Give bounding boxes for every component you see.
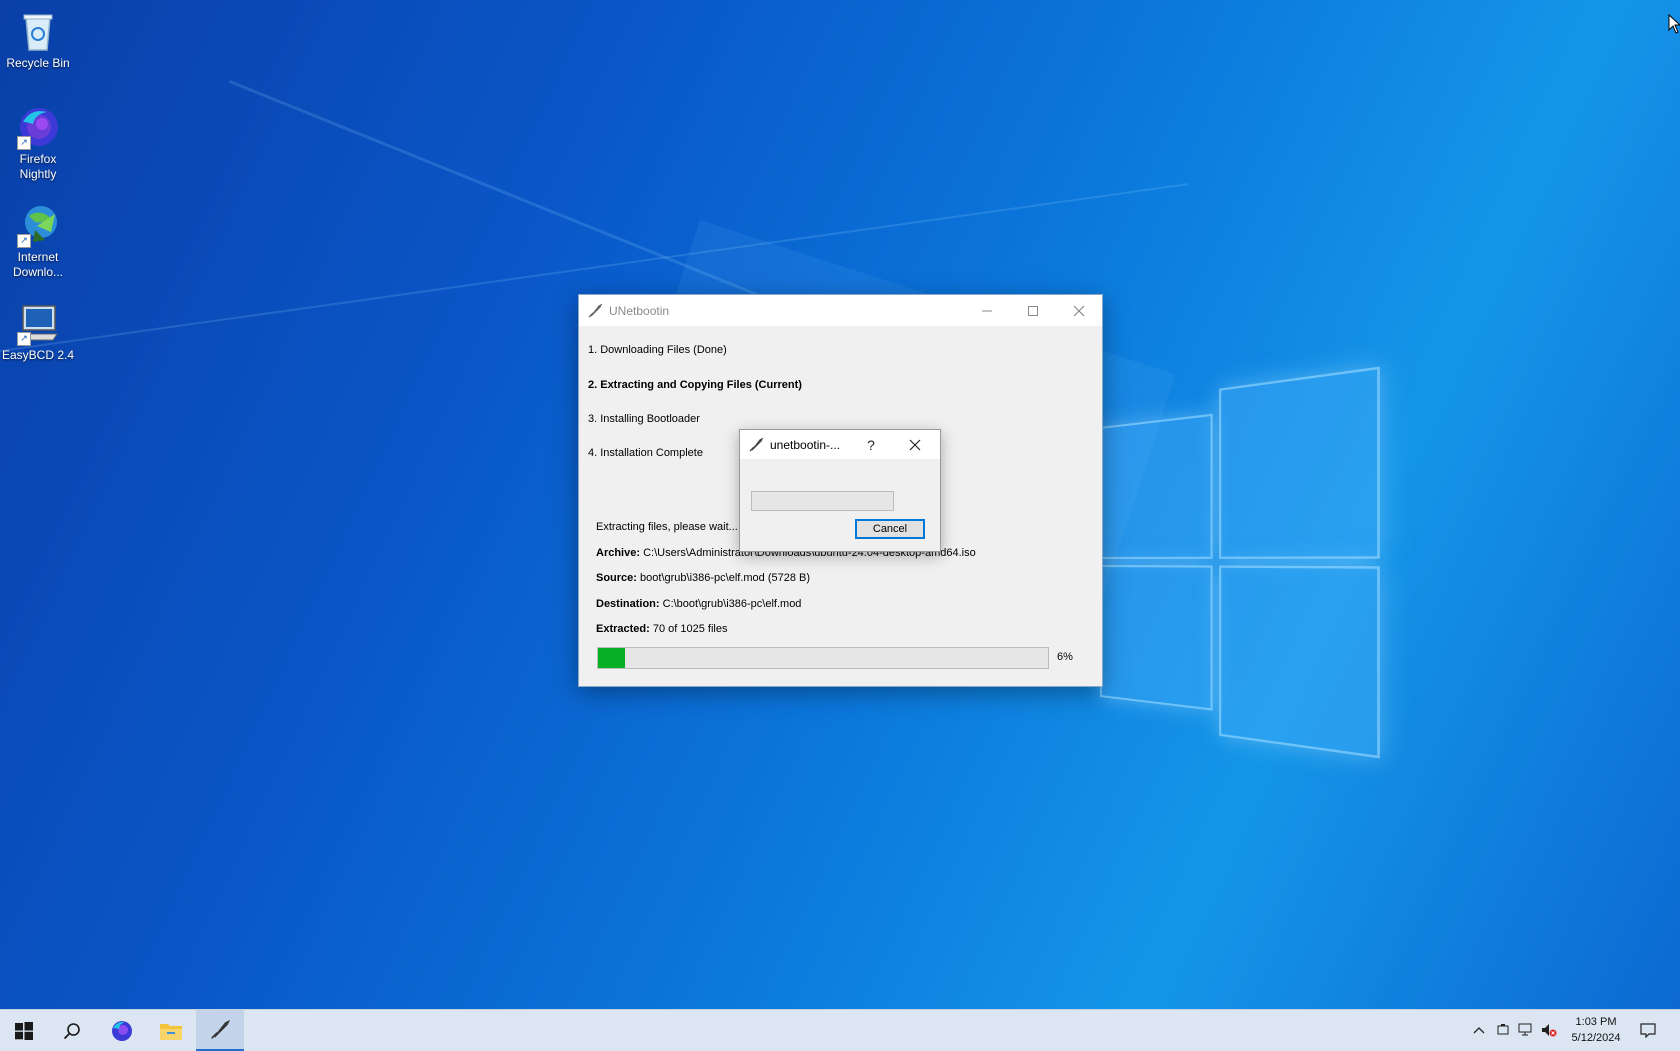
taskbar-clock[interactable]: 1:03 PM 5/12/2024 [1556,1014,1636,1046]
dialog-progress-bar [751,491,894,511]
source-row: Source: boot\grub\i386-pc\elf.mod (5728 … [596,572,810,584]
file-explorer-icon [160,1023,182,1040]
unetbootin-app-icon [587,303,603,319]
notification-icon [1640,1023,1656,1038]
desktop-icon-label: Recycle Bin [6,56,70,70]
chevron-up-icon [1473,1027,1485,1034]
step-extracting-current: 2. Extracting and Copying Files (Current… [588,379,802,391]
desktop-icon-firefox-nightly[interactable]: ↗ Firefox Nightly [0,104,76,182]
unetbootin-icon [211,1019,231,1039]
maximize-icon [1028,305,1038,316]
destination-value: C:\boot\grub\i386-pc\elf.mod [662,598,802,610]
dialog-title: unetbootin-... [770,437,841,452]
desktop-icon-recycle-bin[interactable]: Recycle Bin [0,8,76,71]
volume-muted-icon [1542,1024,1557,1037]
extraction-progress-bar [597,647,1049,669]
firefox-nightly-icon: ↗ [15,104,61,150]
network-button[interactable] [1518,1022,1534,1038]
extracted-row: Extracted: 70 of 1025 files [596,623,727,635]
unetbootin-progress-dialog: unetbootin-... ? Cancel [739,429,941,552]
progress-percent-text: 6% [1057,651,1073,663]
firefox-icon [112,1020,132,1041]
recycle-bin-icon [15,8,61,54]
dialog-close-button[interactable] [892,430,938,459]
device-icon [1497,1024,1509,1035]
desktop-icon-label: EasyBCD 2.4 [1,348,75,362]
desktop-background: Recycle Bin ↗ Firefox Nightly ↗ Internet… [0,0,1680,1009]
step-installing-bootloader: 3. Installing Bootloader [588,413,700,425]
start-button[interactable] [0,1010,48,1051]
close-icon [909,439,921,450]
show-hidden-icons-button[interactable] [1471,1022,1487,1038]
tray-device-button[interactable] [1495,1022,1511,1038]
clock-date: 5/12/2024 [1571,1032,1621,1044]
taskbar-firefox[interactable] [98,1010,146,1051]
minimize-button[interactable] [964,295,1010,326]
source-value: boot\grub\i386-pc\elf.mod (5728 B) [640,572,811,584]
help-icon: ? [867,436,875,453]
taskbar: 1:03 PM 5/12/2024 [0,1009,1680,1051]
status-text: Extracting files, please wait... [596,521,738,533]
help-button[interactable]: ? [848,430,894,459]
volume-button[interactable] [1541,1022,1557,1038]
destination-label: Destination: [596,598,660,610]
extracted-value: 70 of 1025 files [652,623,728,635]
desktop-icon-label: Firefox Nightly [19,152,57,181]
clock-time: 1:03 PM [1575,1016,1617,1028]
step-installation-complete: 4. Installation Complete [588,447,703,459]
window-title: UNetbootin [609,303,670,318]
taskbar-unetbootin[interactable] [196,1010,244,1051]
source-label: Source: [596,572,637,584]
windows-start-icon [15,1021,33,1040]
cancel-button[interactable]: Cancel [855,519,925,539]
destination-row: Destination: C:\boot\grub\i386-pc\elf.mo… [596,598,801,610]
unetbootin-app-icon [748,437,764,453]
window-titlebar[interactable]: UNetbootin [579,295,1102,326]
mouse-cursor-icon [1668,14,1680,34]
extraction-progress-fill [598,648,625,668]
close-icon [1073,305,1085,316]
step-downloading: 1. Downloading Files (Done) [588,344,727,356]
dialog-titlebar[interactable]: unetbootin-... ? [740,430,940,459]
desktop-icon-label: Internet Downlo... [12,250,64,279]
desktop-icon-easybcd[interactable]: ↗ EasyBCD 2.4 [0,300,76,363]
action-center-button[interactable] [1639,1021,1657,1039]
extracted-label: Extracted: [596,623,650,635]
archive-label: Archive: [596,547,641,559]
minimize-icon [982,310,992,311]
network-icon [1518,1023,1532,1036]
internet-download-manager-icon: ↗ [15,202,61,248]
search-button[interactable] [48,1010,96,1051]
taskbar-file-explorer[interactable] [147,1010,195,1051]
maximize-button[interactable] [1010,295,1056,326]
close-button[interactable] [1056,295,1102,326]
search-icon [63,1022,80,1039]
windows-logo-wallpaper [1100,366,1380,759]
easybcd-icon: ↗ [15,300,61,346]
desktop-icon-internet-download-manager[interactable]: ↗ Internet Downlo... [0,202,76,280]
